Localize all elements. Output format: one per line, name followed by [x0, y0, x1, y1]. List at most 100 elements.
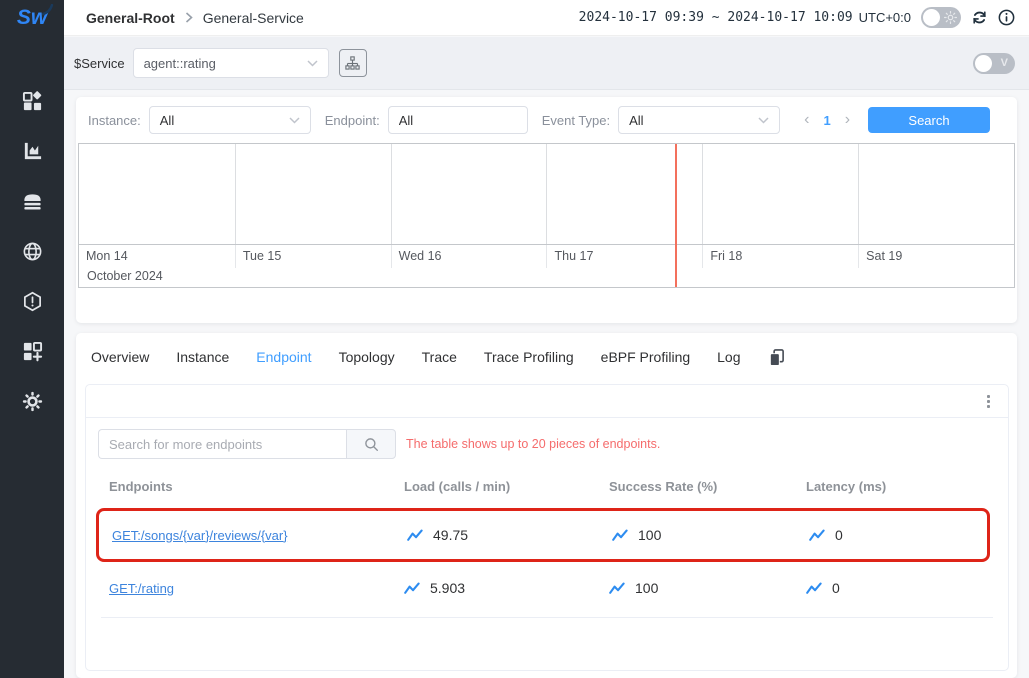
- next-page-button[interactable]: ›: [845, 112, 850, 128]
- highlight-annotation: GET:/songs/{var}/reviews/{var} 49.75 100…: [96, 508, 990, 562]
- settings-icon: [22, 391, 43, 412]
- service-hierarchy-button[interactable]: [339, 49, 367, 77]
- sidebar-item-database[interactable]: [0, 176, 64, 226]
- sidebar-item-mesh[interactable]: [0, 226, 64, 276]
- trend-icon[interactable]: [612, 529, 628, 542]
- skywalking-logo[interactable]: Sw: [17, 6, 47, 36]
- tab-ebpf-profiling[interactable]: eBPF Profiling: [601, 349, 690, 365]
- column-header: Success Rate (%): [609, 479, 806, 494]
- breadcrumb-leaf: General-Service: [203, 10, 304, 26]
- chevron-down-icon: [289, 117, 300, 124]
- column-header: Load (calls / min): [404, 479, 609, 494]
- sidebar-item-dashboards[interactable]: [0, 326, 64, 376]
- timeline-plot: [79, 144, 1014, 244]
- event-type-select[interactable]: All: [618, 106, 780, 134]
- search-icon: [364, 437, 379, 452]
- endpoint-label: Endpoint:: [325, 113, 380, 128]
- table-header-row: Endpoints Load (calls / min) Success Rat…: [86, 469, 1008, 504]
- instance-select-value: All: [160, 113, 174, 128]
- chevron-down-icon: [307, 60, 318, 67]
- globe-icon: [22, 241, 43, 262]
- sidebar-item-alerting[interactable]: [0, 276, 64, 326]
- trend-icon[interactable]: [806, 582, 822, 595]
- tab-trace-profiling[interactable]: Trace Profiling: [484, 349, 574, 365]
- info-button[interactable]: [998, 9, 1015, 26]
- endpoint-link[interactable]: GET:/rating: [109, 581, 404, 596]
- more-menu-button[interactable]: [987, 395, 990, 408]
- trend-icon[interactable]: [407, 529, 423, 542]
- prev-page-button[interactable]: ‹: [804, 112, 809, 128]
- header-controls: 2024-10-17 09:39 ~ 2024-10-17 10:09 UTC+…: [579, 7, 1015, 28]
- tab-log[interactable]: Log: [717, 349, 740, 365]
- time-range[interactable]: 2024-10-17 09:39 ~ 2024-10-17 10:09: [579, 10, 853, 25]
- filter-bar: Instance: All Endpoint: Event Type: All …: [76, 97, 1017, 143]
- event-type-select-value: All: [629, 113, 643, 128]
- timeline-chart[interactable]: Mon 14 Tue 15 Wed 16 Thu 17 Fri 18 Sat 1…: [78, 143, 1015, 288]
- search-button[interactable]: Search: [868, 107, 990, 133]
- sidebar: Sw: [0, 0, 64, 678]
- toggle-knob: [923, 9, 940, 26]
- timeline-day-labels: Mon 14 Tue 15 Wed 16 Thu 17 Fri 18 Sat 1…: [79, 244, 1014, 268]
- success-rate-value: 100: [638, 527, 661, 543]
- timeline-day-cell: [235, 144, 391, 244]
- service-select[interactable]: agent::rating: [133, 48, 329, 78]
- refresh-icon: [971, 9, 988, 26]
- day-label: Tue 15: [235, 245, 391, 268]
- breadcrumb-root[interactable]: General-Root: [86, 10, 175, 26]
- theme-toggle[interactable]: [921, 7, 961, 28]
- table-row: GET:/rating 5.903 100 0: [86, 562, 1008, 614]
- load-value: 5.903: [430, 580, 465, 596]
- row-divider: [101, 617, 993, 618]
- refresh-button[interactable]: [971, 9, 988, 26]
- day-label: Sat 19: [858, 245, 1014, 268]
- dashboards-icon: [22, 341, 43, 362]
- sidebar-item-settings[interactable]: [0, 376, 64, 426]
- latency-value: 0: [832, 580, 840, 596]
- day-label: Fri 18: [702, 245, 858, 268]
- endpoints-panel: The table shows up to 20 pieces of endpo…: [85, 384, 1009, 671]
- day-label: Mon 14: [79, 245, 235, 268]
- event-type-label: Event Type:: [542, 113, 610, 128]
- trend-icon[interactable]: [609, 582, 625, 595]
- toggle-knob: [975, 55, 992, 72]
- trend-icon[interactable]: [404, 582, 420, 595]
- endpoint-search-input[interactable]: [98, 429, 346, 459]
- tab-trace[interactable]: Trace: [422, 349, 457, 365]
- service-bar: $Service agent::rating V: [64, 37, 1029, 90]
- load-value: 49.75: [433, 527, 468, 543]
- endpoint-search-button[interactable]: [346, 429, 396, 459]
- endpoint-limit-notice: The table shows up to 20 pieces of endpo…: [406, 437, 660, 451]
- endpoint-link[interactable]: GET:/songs/{var}/reviews/{var}: [112, 528, 407, 543]
- timeline-day-cell: [858, 144, 1014, 244]
- sidebar-item-services[interactable]: [0, 126, 64, 176]
- breadcrumb: General-Root General-Service: [86, 10, 304, 26]
- service-select-value: agent::rating: [144, 56, 216, 71]
- copy-dashboard-button[interactable]: [768, 348, 785, 366]
- timeline-card: Instance: All Endpoint: Event Type: All …: [76, 97, 1017, 323]
- panel-header: [86, 385, 1008, 418]
- alert-icon: [22, 291, 43, 312]
- copy-icon: [768, 348, 785, 366]
- chart-icon: [22, 141, 43, 162]
- instance-select[interactable]: All: [149, 106, 311, 134]
- version-toggle-label: V: [1001, 53, 1008, 74]
- table-row: GET:/songs/{var}/reviews/{var} 49.75 100…: [99, 527, 987, 543]
- chevron-right-icon: [185, 12, 193, 23]
- tab-overview[interactable]: Overview: [91, 349, 149, 365]
- day-label: Wed 16: [391, 245, 547, 268]
- trend-icon[interactable]: [809, 529, 825, 542]
- tab-endpoint[interactable]: Endpoint: [256, 349, 311, 365]
- latency-value: 0: [835, 527, 843, 543]
- tab-topology[interactable]: Topology: [339, 349, 395, 365]
- top-header: General-Root General-Service 2024-10-17 …: [64, 0, 1029, 36]
- endpoint-search-row: The table shows up to 20 pieces of endpo…: [86, 418, 1008, 469]
- instance-label: Instance:: [88, 113, 141, 128]
- sidebar-item-apps[interactable]: [0, 76, 64, 126]
- timezone-label: UTC+0:0: [859, 10, 911, 25]
- endpoint-filter-input[interactable]: [388, 106, 528, 134]
- apps-icon: [22, 91, 43, 112]
- tab-instance[interactable]: Instance: [176, 349, 229, 365]
- column-header: Latency (ms): [806, 479, 1008, 494]
- version-toggle[interactable]: V: [973, 53, 1015, 74]
- pagination: ‹ 1 ›: [804, 112, 850, 128]
